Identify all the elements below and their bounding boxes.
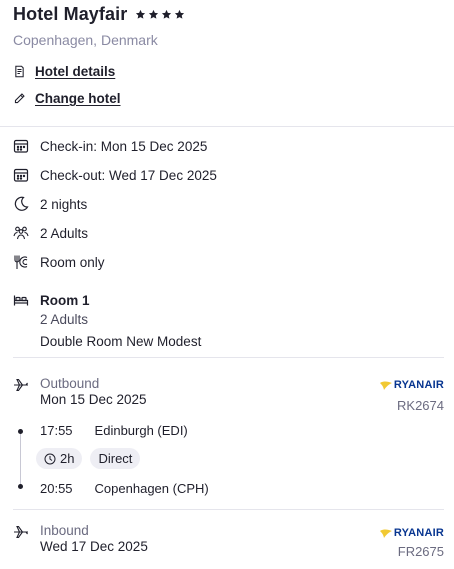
moon-icon [14,196,29,211]
checkin-text: Check-in: Mon 15 Dec 2025 [40,138,208,154]
room-guests: 2 Adults [40,312,89,327]
timeline-dot [18,484,23,489]
outbound-date: Mon 15 Dec 2025 [40,392,147,407]
airline-logo: RYANAIR [379,527,444,539]
stops-text: Direct [98,451,133,466]
clock-icon [44,453,56,464]
star-icon [149,9,159,19]
inbound-flight-code: FR2675 [397,544,444,559]
room-title: Room 1 [40,292,90,308]
inbound-header: Inbound Wed 17 Dec 2025 [13,523,148,554]
departure-row: 17:55 Edinburgh (EDI) [40,423,188,438]
arrival-airport: Copenhagen (CPH) [94,481,209,496]
document-icon [15,65,24,78]
people-icon [13,226,29,240]
pencil-icon [14,93,25,104]
divider [13,357,444,358]
divider [13,509,444,510]
calendar-icon [13,139,29,153]
airline-name: RYANAIR [393,379,444,391]
harp-icon [379,381,392,390]
outbound-flight-code: RK2674 [397,398,444,413]
duration-text: 2h [60,451,75,466]
inbound-label: Inbound [40,523,89,538]
departure-airport: Edinburgh (EDI) [94,423,188,438]
arrival-row: 20:55 Copenhagen (CPH) [40,481,209,496]
hotel-details-link[interactable]: Hotel details [13,64,115,79]
checkout-text: Check-out: Wed 17 Dec 2025 [40,167,217,183]
calendar-icon [13,168,29,182]
hotel-title: Hotel Mayfair [13,4,185,25]
hotel-details-label[interactable]: Hotel details [35,64,115,79]
change-hotel-label[interactable]: Change hotel [35,91,121,106]
star-icon [162,9,172,19]
stops-chip: Direct [90,448,141,469]
cutlery-icon [14,255,28,269]
guests-text: 2 Adults [40,225,89,241]
star-icon [136,9,146,19]
plane-departure-icon [14,378,28,392]
star-icon [175,9,185,19]
arrival-time: 20:55 [40,481,73,496]
guests-row: 2 Adults [13,225,88,241]
airline-logo: RYANAIR [379,379,444,391]
checkin-row: Check-in: Mon 15 Dec 2025 [13,138,207,154]
plane-arrival-icon [14,525,28,539]
outbound-label: Outbound [40,376,100,391]
board-row: Room only [13,254,105,270]
timeline-line [20,431,21,487]
timeline-dot [18,429,23,434]
nights-text: 2 nights [40,196,88,212]
star-rating [135,9,185,20]
divider [0,126,454,127]
duration-chip: 2h [36,448,83,469]
bed-icon [13,295,29,306]
change-hotel-link[interactable]: Change hotel [13,91,121,106]
hotel-name: Hotel Mayfair [13,4,128,24]
room-type: Double Room New Modest [40,334,202,349]
checkout-row: Check-out: Wed 17 Dec 2025 [13,167,217,183]
departure-time: 17:55 [40,423,73,438]
nights-row: 2 nights [13,196,87,212]
outbound-header: Outbound Mon 15 Dec 2025 [13,376,147,407]
inbound-date: Wed 17 Dec 2025 [40,539,148,554]
harp-icon [379,529,392,538]
board-text: Room only [40,254,105,270]
airline-name: RYANAIR [393,527,444,539]
hotel-location: Copenhagen, Denmark [13,32,158,48]
flight-chips: 2h Direct [36,448,141,469]
room-block: Room 1 2 Adults Double Room New Modest [13,292,201,349]
booking-summary: Hotel Mayfair Copenhagen, Denmark Hotel … [0,0,454,569]
